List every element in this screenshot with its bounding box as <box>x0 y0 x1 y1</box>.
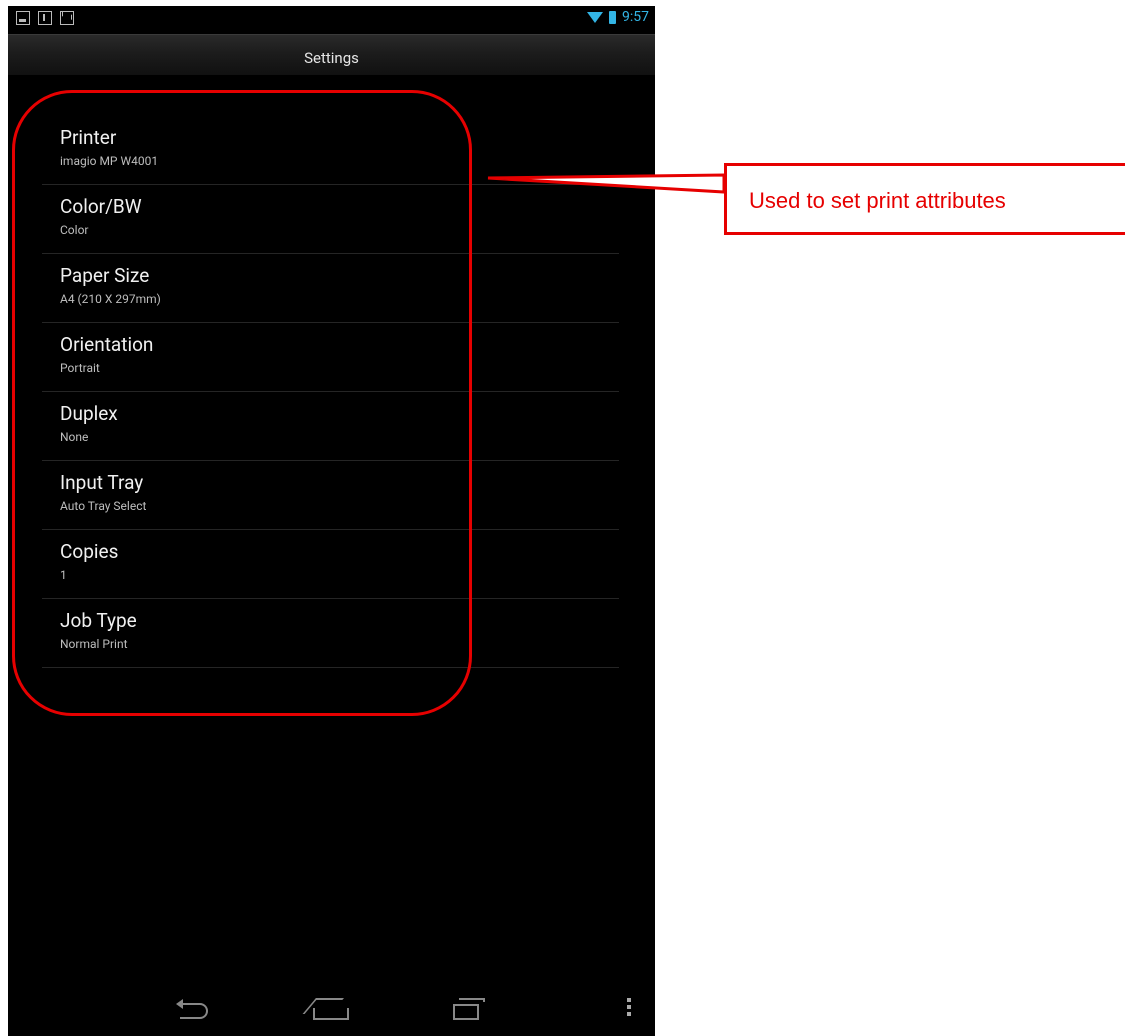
page-title: Settings <box>304 49 359 67</box>
system-icons: 9:57 <box>587 9 649 25</box>
back-button-icon[interactable] <box>174 998 208 1019</box>
recent-apps-button-icon[interactable] <box>453 998 485 1022</box>
overflow-menu-icon[interactable] <box>627 998 631 1019</box>
download-notification-icon <box>38 11 52 25</box>
gallery-notification-icon <box>16 11 30 25</box>
battery-icon <box>609 10 616 24</box>
title-bar: Settings <box>8 34 655 75</box>
annotation-label: Used to set print attributes <box>749 188 1006 213</box>
status-bar: 9:57 <box>8 6 655 30</box>
notification-icons <box>16 11 74 25</box>
mail-notification-icon <box>60 11 74 25</box>
highlight-outline <box>12 90 472 716</box>
status-time: 9:57 <box>622 9 649 25</box>
navigation-bar <box>8 986 655 1036</box>
annotation-callout: Used to set print attributes <box>724 163 1125 235</box>
wifi-icon <box>587 11 603 23</box>
home-button-icon[interactable] <box>313 998 349 1020</box>
